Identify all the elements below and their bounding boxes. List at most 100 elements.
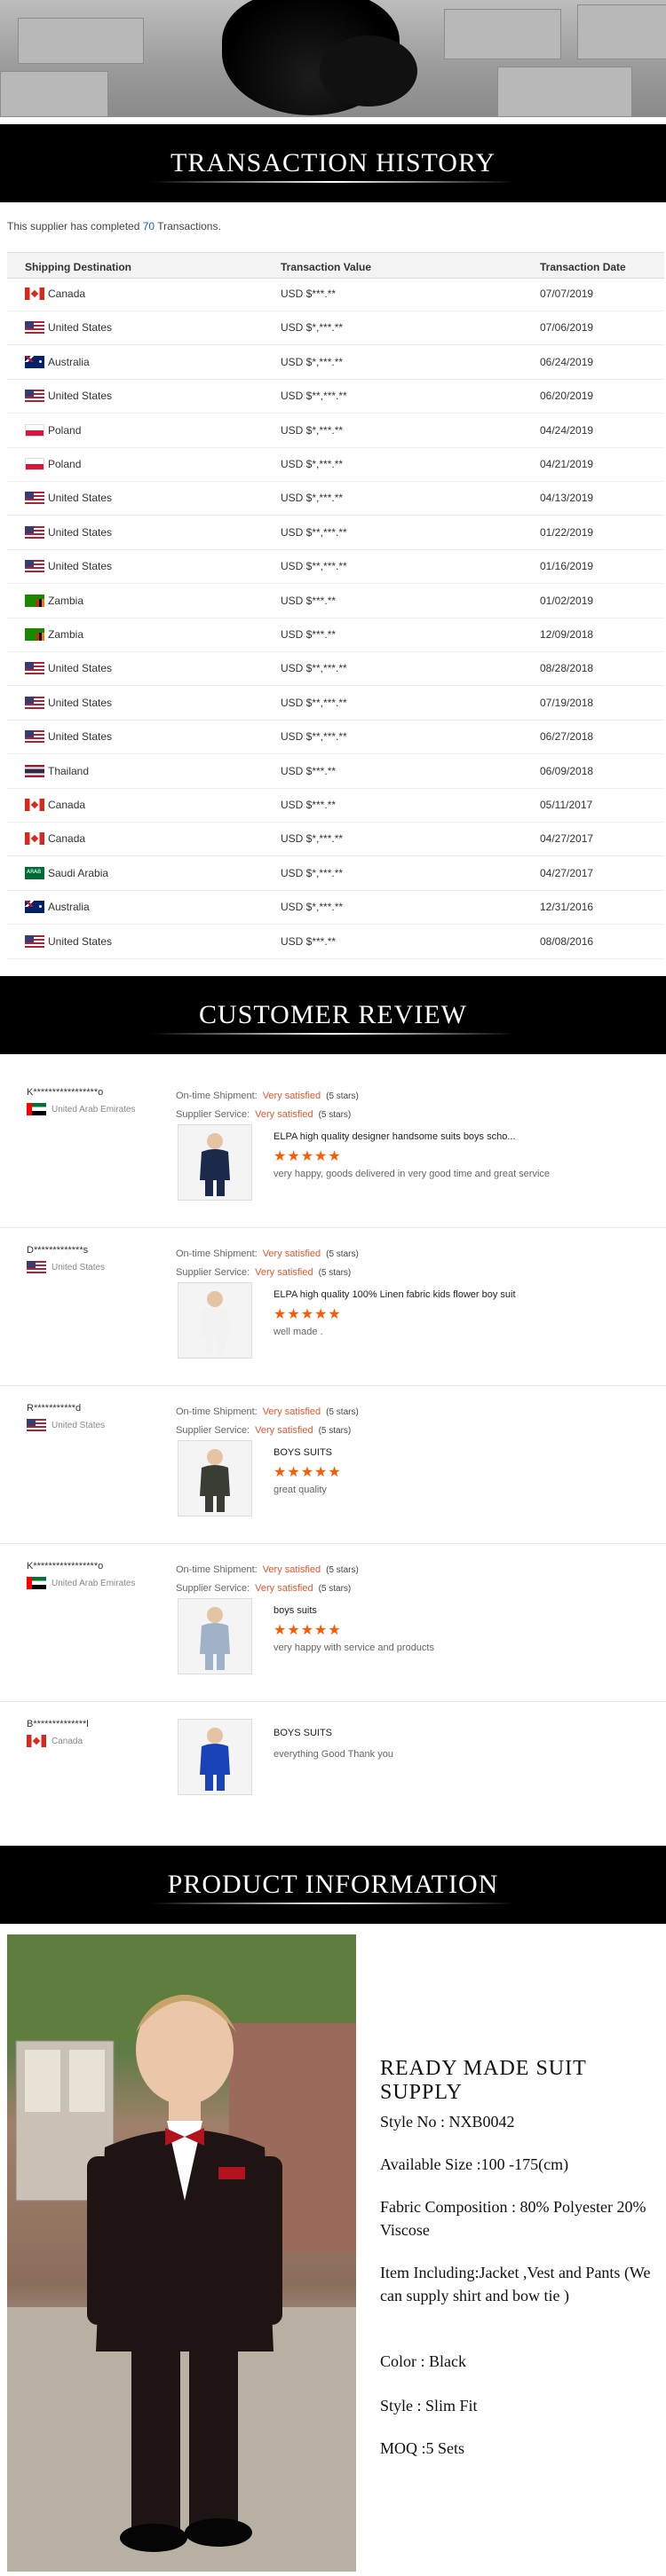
destination-cell: Zambia [25, 594, 84, 607]
review-comment: very happy, goods delivered in very good… [274, 1169, 551, 1179]
date-cell: 08/28/2018 [540, 662, 594, 675]
ca-flag-icon [25, 832, 44, 846]
us-flag-icon [25, 662, 44, 675]
buyer-name: K*****************o [27, 1561, 104, 1572]
shipment-rating: Very satisfied [262, 1091, 321, 1101]
country-name: Zambia [48, 594, 84, 607]
date-cell: 08/08/2016 [540, 934, 594, 948]
product-thumbnail[interactable] [178, 1719, 252, 1795]
country-name: United States [48, 662, 113, 675]
review-comment: everything Good Thank you [274, 1749, 393, 1760]
destination-cell: United States [25, 560, 113, 573]
product-thumbnail[interactable] [178, 1598, 252, 1674]
service-label: Supplier Service: [176, 1267, 250, 1278]
table-row: Thailand USD $***.** 06/09/2018 [7, 754, 664, 789]
country-name: Canada [48, 799, 86, 811]
country-name: United States [48, 730, 113, 744]
shipment-label: On-time Shipment: [176, 1406, 258, 1417]
review-comment: great quality [274, 1485, 327, 1495]
date-cell: 04/21/2019 [540, 458, 594, 470]
star-rating: ★★★★★ [274, 1307, 342, 1322]
service-stars: (5 stars) [318, 1584, 352, 1594]
product-style: Style : Slim Fit [380, 2397, 478, 2415]
country-name: Canada [52, 1736, 83, 1746]
table-row: United States USD $**,***.** 06/27/2018 [7, 720, 664, 755]
country-name: United Arab Emirates [52, 1104, 136, 1115]
buyer-country: United States [27, 1419, 105, 1431]
country-name: United Arab Emirates [52, 1578, 136, 1588]
product-title-link[interactable]: BOYS SUITS [274, 1728, 332, 1738]
shipment-stars: (5 stars) [326, 1407, 359, 1417]
service-rating: Very satisfied [255, 1109, 313, 1120]
product-thumbnail[interactable] [178, 1440, 252, 1516]
review-ratings: On-time Shipment: Very satisfied (5 stars)… [176, 1561, 359, 1598]
product-thumbnail[interactable] [178, 1282, 252, 1359]
product-thumbnail[interactable] [178, 1124, 252, 1201]
destination-cell: Australia [25, 355, 90, 368]
service-label: Supplier Service: [176, 1583, 250, 1594]
star-rating: ★★★★★ [274, 1623, 342, 1638]
date-cell: 01/16/2019 [540, 560, 594, 573]
product-photo-boy-suit [7, 1934, 356, 2572]
date-cell: 06/20/2019 [540, 390, 594, 403]
country-name: United States [52, 1262, 106, 1272]
table-row: United States USD $**,***.** 08/28/2018 [7, 651, 664, 687]
table-row: Australia USD $*,***.** 12/31/2016 [7, 890, 664, 926]
value-cell: USD $*,***.** [281, 832, 344, 846]
destination-cell: United States [25, 492, 113, 505]
date-cell: 04/24/2019 [540, 423, 594, 437]
product-title-link[interactable]: BOYS SUITS [274, 1447, 332, 1458]
destination-cell: Zambia [25, 628, 83, 641]
review-item: D*************s United States On-time Ship… [0, 1227, 666, 1386]
buyer-name: D*************s [27, 1245, 89, 1256]
transaction-table-header: Shipping Destination Transaction Value T… [7, 252, 664, 279]
zm-flag-icon [25, 628, 44, 641]
transaction-count-link[interactable]: 70 [143, 220, 155, 232]
destination-cell: Saudi Arabia [25, 866, 108, 879]
value-cell: USD $*,***.** [281, 901, 344, 914]
country-name: Australia [48, 355, 90, 368]
service-label: Supplier Service: [176, 1425, 250, 1436]
table-row: United States USD $*,***.** 04/13/2019 [7, 481, 664, 516]
pl-flag-icon [25, 423, 44, 437]
table-row: Poland USD $*,***.** 04/21/2019 [7, 447, 664, 482]
product-title-link[interactable]: boys suits [274, 1605, 317, 1616]
ca-flag-icon [25, 288, 44, 300]
table-row: Poland USD $*,***.** 04/24/2019 [7, 414, 664, 448]
service-label: Supplier Service: [176, 1109, 250, 1120]
table-row: United States USD $**,***.** 01/16/2019 [7, 549, 664, 585]
shipment-stars: (5 stars) [326, 1091, 359, 1101]
value-cell: USD $*,***.** [281, 423, 344, 437]
country-name: United States [48, 525, 113, 539]
product-title-link[interactable]: ELPA high quality designer handsome suit… [274, 1131, 516, 1142]
product-title-link[interactable]: ELPA high quality 100% Linen fabric kids… [274, 1289, 516, 1300]
date-cell: 06/24/2019 [540, 355, 594, 368]
review-comment: well made . [274, 1327, 323, 1337]
date-cell: 12/09/2018 [540, 628, 594, 641]
destination-cell: United States [25, 321, 112, 335]
us-flag-icon [25, 390, 44, 403]
date-cell: 04/27/2017 [540, 866, 594, 879]
destination-cell: United States [25, 390, 112, 403]
service-rating: Very satisfied [255, 1267, 313, 1278]
shipment-label: On-time Shipment: [176, 1091, 258, 1101]
buyer-country: United Arab Emirates [27, 1103, 136, 1115]
product-fabric: Fabric Composition : 80% Polyester 20% V… [380, 2198, 646, 2239]
date-cell: 06/27/2018 [540, 730, 594, 744]
date-cell: 06/09/2018 [540, 764, 594, 777]
country-name: Poland [48, 458, 82, 470]
product-moq: MOQ :5 Sets [380, 2439, 465, 2457]
table-row: Canada USD $*,***.** 04/27/2017 [7, 822, 664, 857]
service-stars: (5 stars) [318, 1268, 352, 1278]
sa-flag-icon [25, 866, 44, 879]
country-name: United States [48, 492, 113, 505]
shipment-label: On-time Shipment: [176, 1249, 258, 1259]
table-row: Canada USD $***.** 07/07/2019 [7, 277, 664, 311]
country-name: United States [48, 560, 113, 573]
date-cell: 04/13/2019 [540, 492, 594, 505]
us-flag-icon [25, 492, 44, 505]
us-flag-icon [27, 1419, 46, 1431]
shipment-rating: Very satisfied [262, 1406, 321, 1417]
country-name: United States [48, 696, 113, 709]
value-cell: USD $***.** [281, 628, 337, 641]
